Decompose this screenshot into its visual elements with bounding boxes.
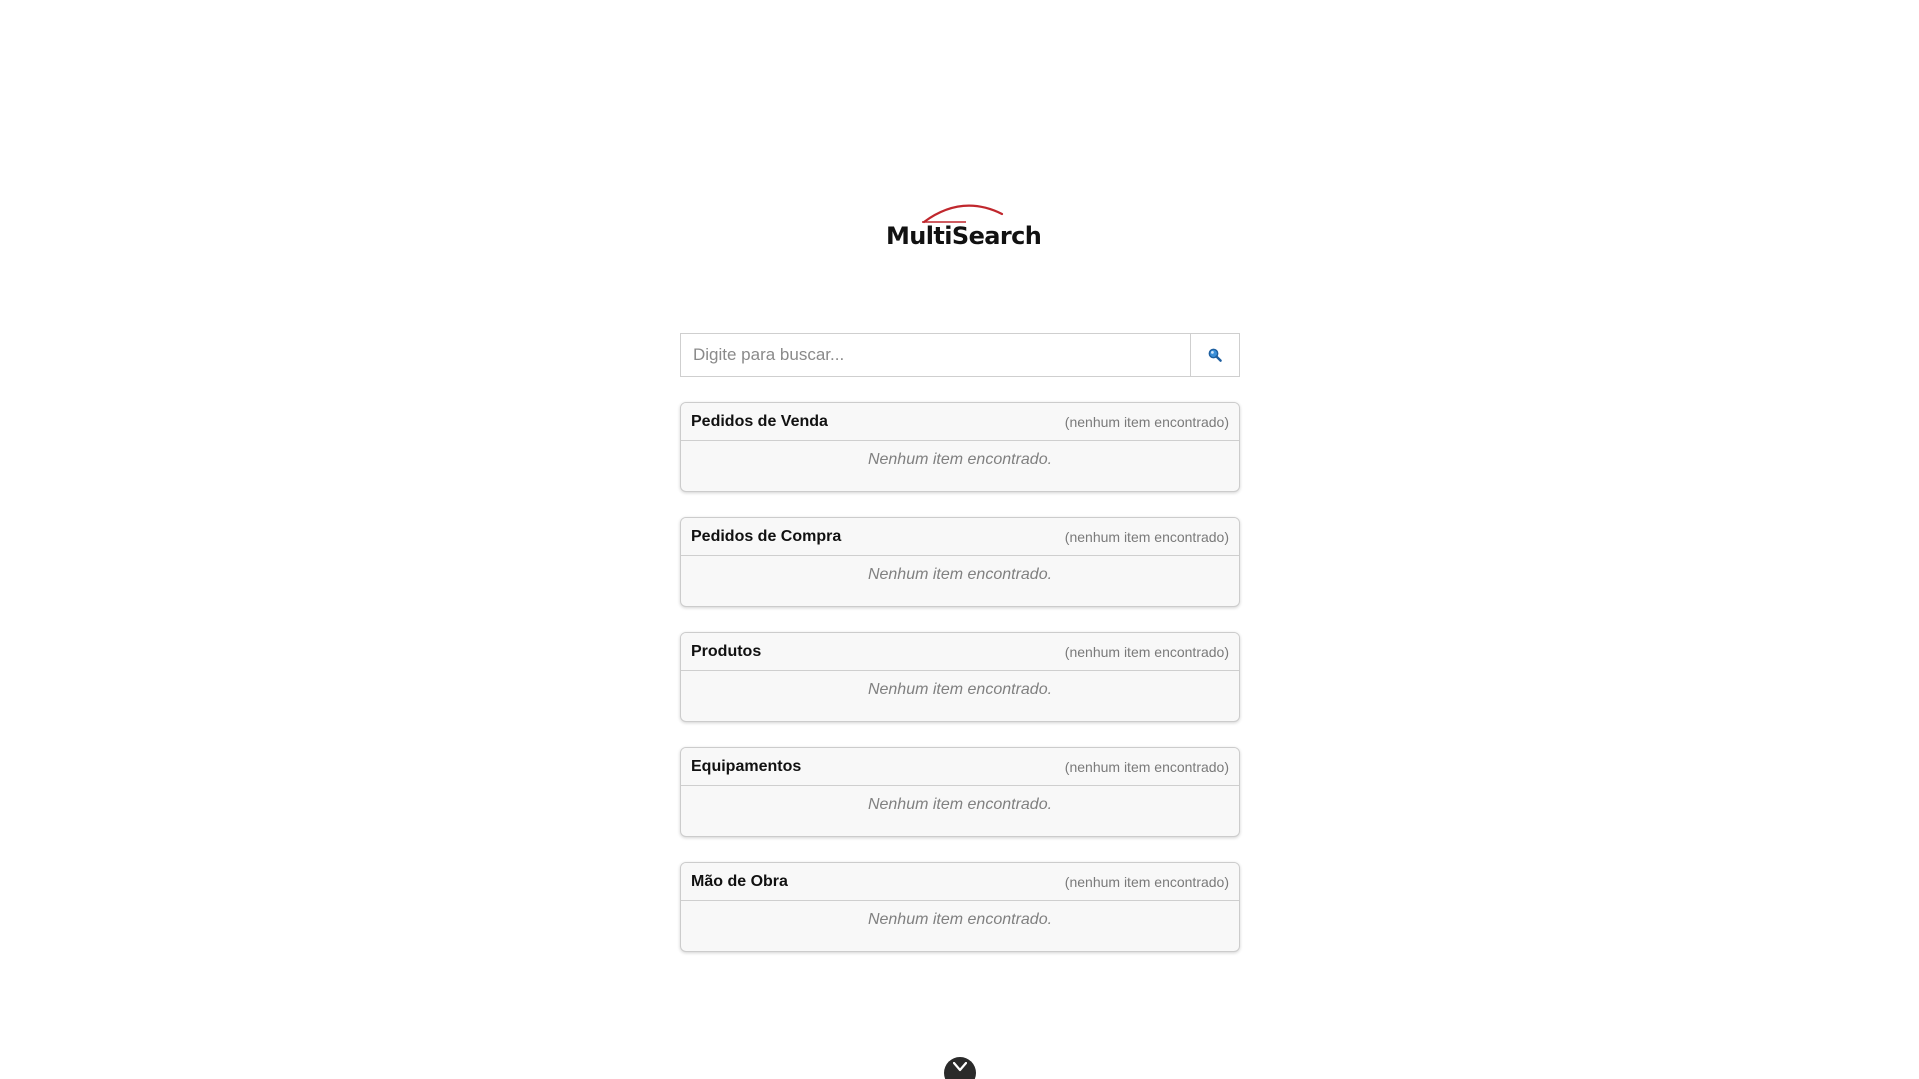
section-header[interactable]: Equipamentos (nenhum item encontrado) [681, 748, 1239, 786]
search-icon [1208, 348, 1222, 362]
empty-message: Nenhum item encontrado. [867, 566, 1053, 583]
section-title: Pedidos de Compra [691, 527, 842, 545]
section-title: Mão de Obra [691, 872, 788, 890]
section-header[interactable]: Pedidos de Venda (nenhum item encontrado… [681, 403, 1239, 441]
section-equipamentos: Equipamentos (nenhum item encontrado) Ne… [680, 747, 1240, 837]
logo-text: MultiSearch [886, 222, 1042, 250]
search-input[interactable] [680, 333, 1190, 377]
empty-message: Nenhum item encontrado. [867, 796, 1053, 813]
page: MultiSearch Pedidos de Venda (nenhum ite… [0, 0, 1919, 1079]
section-mao-de-obra: Mão de Obra (nenhum item encontrado) Nen… [680, 862, 1240, 952]
empty-message: Nenhum item encontrado. [867, 451, 1053, 468]
search-button[interactable] [1190, 333, 1240, 377]
section-body: Nenhum item encontrado. [681, 786, 1239, 836]
section-header[interactable]: Pedidos de Compra (nenhum item encontrad… [681, 518, 1239, 556]
section-title: Pedidos de Venda [691, 412, 828, 430]
empty-message: Nenhum item encontrado. [867, 681, 1053, 698]
section-title: Produtos [691, 642, 762, 660]
section-count: (nenhum item encontrado) [1064, 413, 1229, 430]
app-logo: MultiSearch [884, 200, 1042, 252]
empty-message: Nenhum item encontrado. [867, 911, 1053, 928]
section-body: Nenhum item encontrado. [681, 671, 1239, 721]
section-body: Nenhum item encontrado. [681, 441, 1239, 491]
section-body: Nenhum item encontrado. [681, 901, 1239, 951]
section-count: (nenhum item encontrado) [1064, 873, 1229, 890]
section-produtos: Produtos (nenhum item encontrado) Nenhum… [680, 632, 1240, 722]
section-count: (nenhum item encontrado) [1064, 528, 1229, 545]
section-count: (nenhum item encontrado) [1064, 643, 1229, 660]
section-title: Equipamentos [691, 757, 802, 775]
section-pedidos-de-venda: Pedidos de Venda (nenhum item encontrado… [680, 402, 1240, 492]
chevron-down-icon [953, 1062, 967, 1072]
roof-arc-icon [922, 204, 1004, 224]
section-count: (nenhum item encontrado) [1064, 758, 1229, 775]
section-body: Nenhum item encontrado. [681, 556, 1239, 606]
section-header[interactable]: Mão de Obra (nenhum item encontrado) [681, 863, 1239, 901]
search-bar [680, 333, 1240, 377]
results-sections: Pedidos de Venda (nenhum item encontrado… [680, 402, 1240, 977]
section-header[interactable]: Produtos (nenhum item encontrado) [681, 633, 1239, 671]
section-pedidos-de-compra: Pedidos de Compra (nenhum item encontrad… [680, 517, 1240, 607]
scroll-down-button[interactable] [944, 1057, 976, 1079]
